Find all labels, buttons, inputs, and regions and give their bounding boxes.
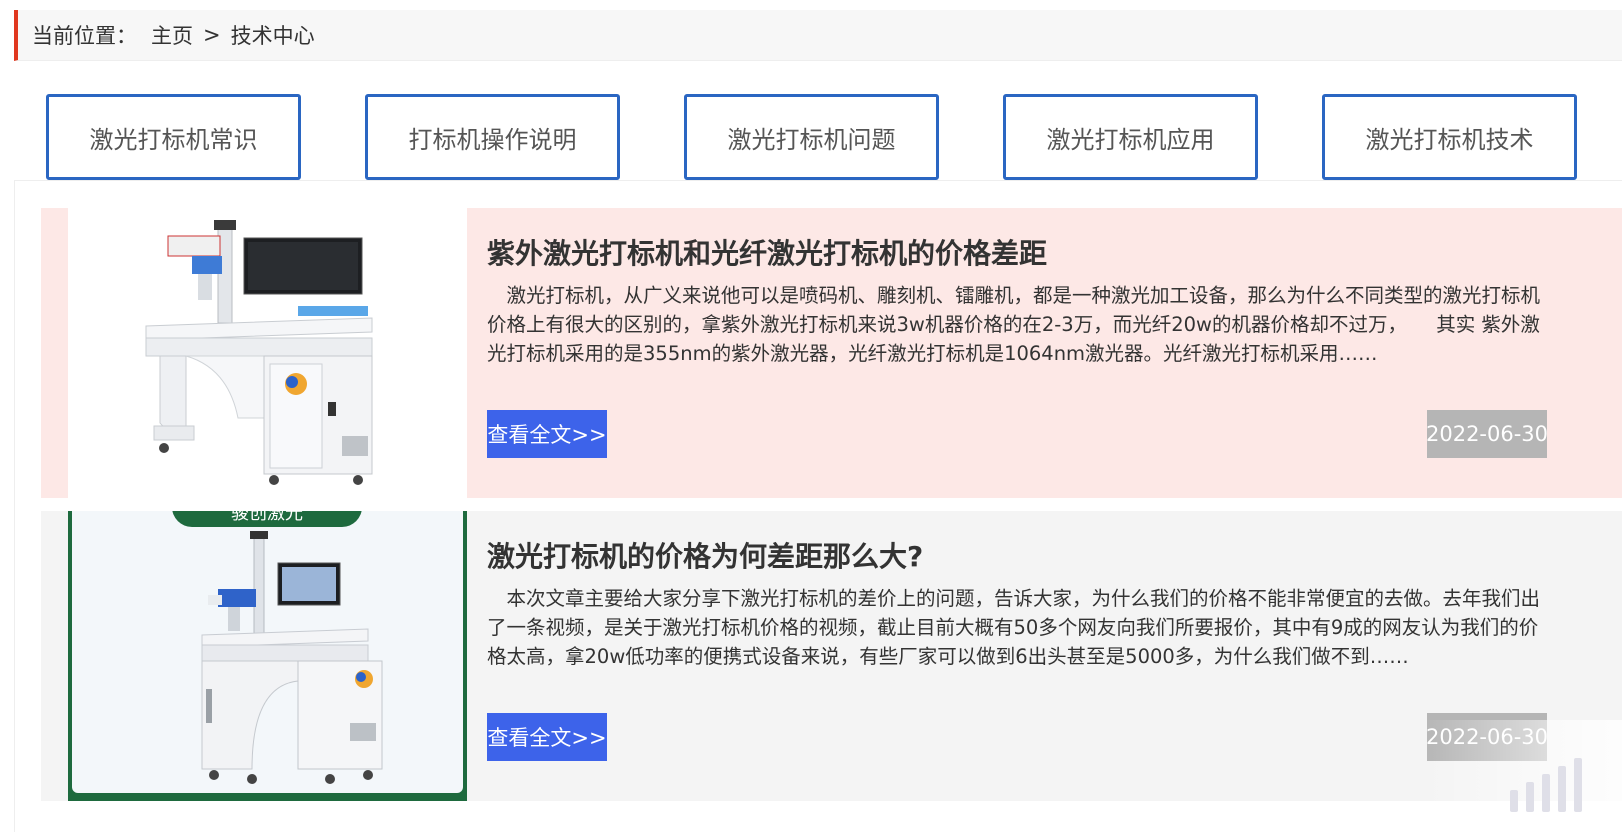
laser-marking-machine-image [145, 220, 373, 485]
laser-marking-machine-image [201, 531, 383, 784]
tab-laser-marking-problems[interactable]: 激光打标机问题 [684, 94, 939, 180]
article-title[interactable]: 紫外激光打标机和光纤激光打标机的价格差距 [487, 232, 1047, 272]
watermark-icon [1510, 758, 1582, 812]
tab-laser-marking-technology[interactable]: 激光打标机技术 [1322, 94, 1577, 180]
article-date: 2022-06-30 [1426, 410, 1548, 458]
article-date: 2022-06-30 [1426, 713, 1548, 761]
tab-laser-marking-basics[interactable]: 激光打标机常识 [46, 94, 301, 180]
article-text: 紫外激光打标机和光纤激光打标机的价格差距 激光打标机，从广义来说他可以是喷码机、… [487, 208, 1557, 498]
tab-laser-marking-applications[interactable]: 激光打标机应用 [1003, 94, 1258, 180]
breadcrumb-separator: > [203, 23, 221, 47]
breadcrumb-current[interactable]: 技术中心 [231, 20, 315, 50]
read-more-button[interactable]: 查看全文>> [487, 410, 607, 458]
breadcrumb: 当前位置： 主页 > 技术中心 [14, 10, 1622, 61]
category-tabs: 激光打标机常识 打标机操作说明 激光打标机问题 激光打标机应用 激光打标机技术 [0, 94, 1622, 180]
tab-operation-guide[interactable]: 打标机操作说明 [365, 94, 620, 180]
article-text: 激光打标机的价格为何差距那么大? 本次文章主要给大家分享下激光打标机的差价上的问… [487, 511, 1557, 801]
article-thumbnail[interactable]: 骏创激光 [68, 511, 467, 801]
read-more-button[interactable]: 查看全文>> [487, 713, 607, 761]
article-summary: 激光打标机，从广义来说他可以是喷码机、雕刻机、镭雕机，都是一种激光加工设备，那么… [487, 284, 1541, 365]
article-summary: 本次文章主要给大家分享下激光打标机的差价上的问题，告诉大家，为什么我们的价格不能… [487, 587, 1541, 668]
article-item: 紫外激光打标机和光纤激光打标机的价格差距 激光打标机，从广义来说他可以是喷码机、… [41, 208, 1622, 498]
article-thumbnail[interactable] [68, 208, 467, 498]
article-item: 骏创激光 激光打标机的价格为何差距那么大? 本次文章主要给大家分享下激光打标机的… [41, 511, 1622, 801]
article-title[interactable]: 激光打标机的价格为何差距那么大? [487, 535, 923, 575]
breadcrumb-label: 当前位置： [32, 24, 137, 48]
breadcrumb-home-link[interactable]: 主页 [151, 20, 193, 50]
